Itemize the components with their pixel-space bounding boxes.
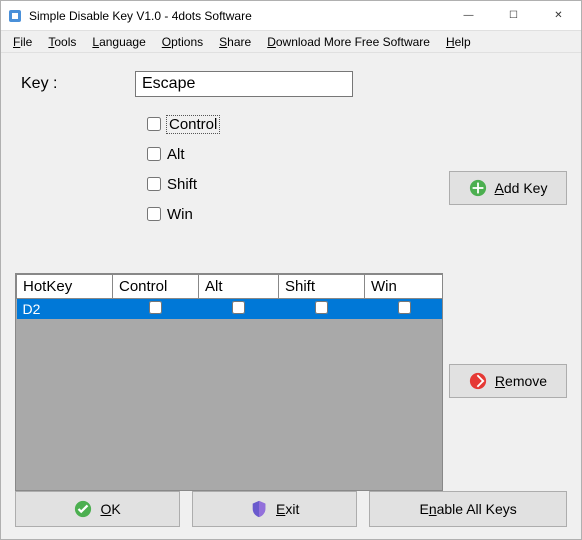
app-icon — [7, 8, 23, 24]
cell-hotkey[interactable]: D2 — [17, 299, 113, 320]
cell-alt[interactable] — [199, 299, 279, 320]
key-input[interactable] — [135, 71, 353, 97]
content-area: Key : Control Alt Shift Win Add Ke — [1, 53, 581, 539]
key-row: Key : — [15, 71, 567, 97]
grid-header-row: HotKey Control Alt Shift Win — [17, 275, 444, 299]
bottom-bar: OK Exit Enable All Keys — [15, 491, 567, 527]
ok-button[interactable]: OK — [15, 491, 180, 527]
minimize-button[interactable]: — — [446, 2, 491, 30]
grid-header-alt[interactable]: Alt — [199, 275, 279, 299]
row-shift-checkbox[interactable] — [315, 301, 328, 314]
table-row[interactable]: D2 — [17, 299, 444, 320]
menu-tools[interactable]: Tools — [40, 33, 84, 51]
grid-header-win[interactable]: Win — [365, 275, 444, 299]
grid-header-hotkey[interactable]: HotKey — [17, 275, 113, 299]
shift-label: Shift — [167, 176, 197, 193]
add-key-button[interactable]: Add Key — [449, 171, 567, 205]
alt-checkbox[interactable] — [147, 147, 161, 161]
grid-header-control[interactable]: Control — [113, 275, 199, 299]
menubar: File Tools Language Options Share Downlo… — [1, 31, 581, 53]
window-controls: — ☐ ✕ — [446, 2, 581, 30]
menu-options[interactable]: Options — [154, 33, 211, 51]
control-checkbox[interactable] — [147, 117, 161, 131]
key-label: Key : — [15, 75, 135, 93]
app-window: Simple Disable Key V1.0 - 4dots Software… — [0, 0, 582, 540]
menu-share[interactable]: Share — [211, 33, 259, 51]
close-button[interactable]: ✕ — [536, 2, 581, 30]
modifier-alt-row: Alt — [147, 139, 567, 169]
maximize-button[interactable]: ☐ — [491, 2, 536, 30]
enable-all-keys-button[interactable]: Enable All Keys — [369, 491, 567, 527]
shift-checkbox[interactable] — [147, 177, 161, 191]
modifier-control-row: Control — [147, 109, 567, 139]
check-icon — [74, 500, 92, 518]
row-alt-checkbox[interactable] — [232, 301, 245, 314]
menu-language[interactable]: Language — [84, 33, 153, 51]
window-title: Simple Disable Key V1.0 - 4dots Software — [29, 9, 446, 23]
remove-icon — [469, 372, 487, 390]
cell-control[interactable] — [113, 299, 199, 320]
row-control-checkbox[interactable] — [149, 301, 162, 314]
exit-button[interactable]: Exit — [192, 491, 357, 527]
plus-icon — [469, 179, 487, 197]
row-win-checkbox[interactable] — [398, 301, 411, 314]
win-checkbox[interactable] — [147, 207, 161, 221]
menu-download[interactable]: Download More Free Software — [259, 33, 438, 51]
remove-button[interactable]: Remove — [449, 364, 567, 398]
cell-win[interactable] — [365, 299, 444, 320]
grid-header-shift[interactable]: Shift — [279, 275, 365, 299]
control-label: Control — [167, 116, 219, 133]
menu-help[interactable]: Help — [438, 33, 479, 51]
titlebar[interactable]: Simple Disable Key V1.0 - 4dots Software… — [1, 1, 581, 31]
win-label: Win — [167, 206, 193, 223]
cell-shift[interactable] — [279, 299, 365, 320]
alt-label: Alt — [167, 146, 185, 163]
modifiers-group: Control Alt Shift Win — [147, 109, 567, 229]
menu-file[interactable]: File — [5, 33, 40, 51]
hotkey-grid[interactable]: HotKey Control Alt Shift Win D2 — [15, 273, 443, 491]
shield-icon — [250, 500, 268, 518]
